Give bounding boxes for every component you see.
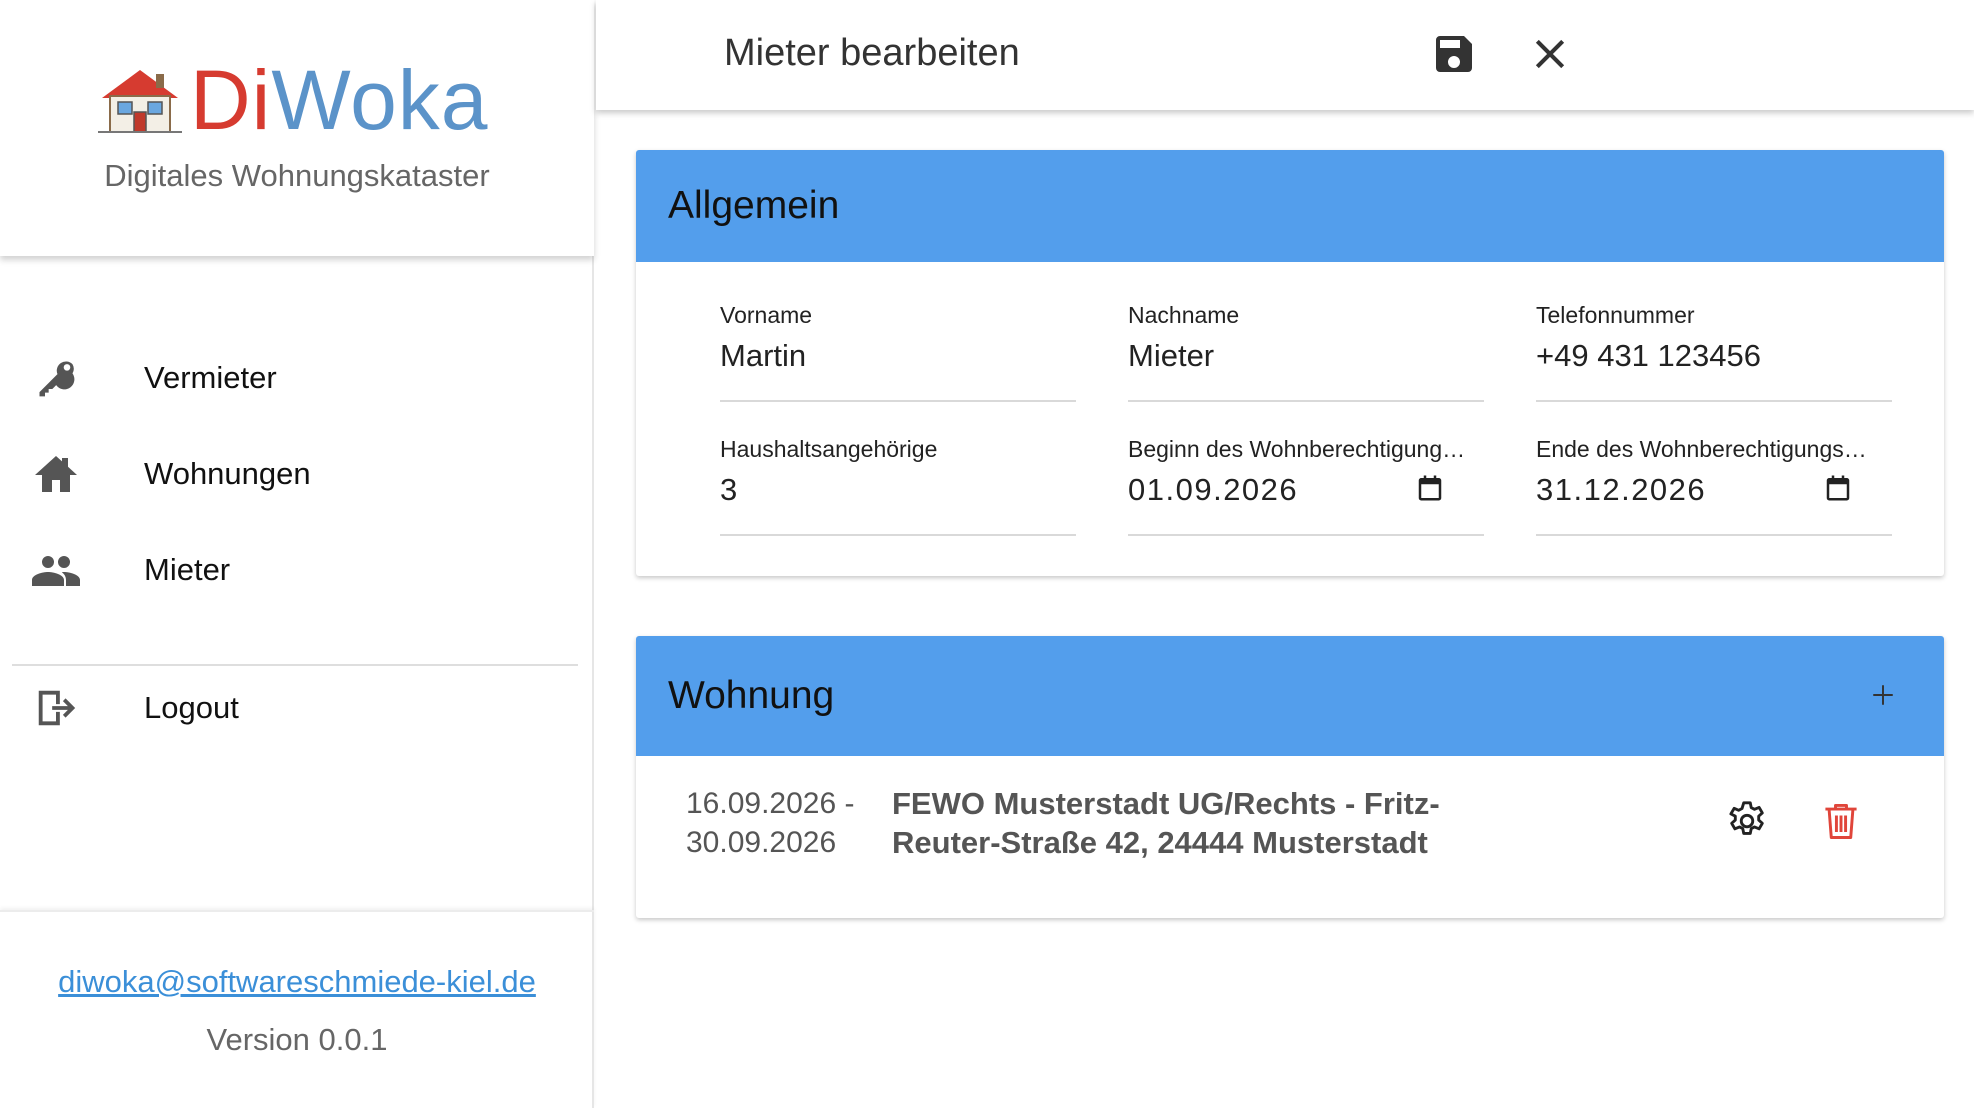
people-icon [32, 546, 80, 594]
field-label: Vorname [720, 302, 813, 328]
nachname-input[interactable]: Mieter [1128, 338, 1214, 374]
logo-di: Di [190, 53, 272, 147]
entry-dates: 16.09.2026 - 30.09.2026 [686, 787, 855, 859]
close-icon [1535, 39, 1565, 69]
card-header-wohnung: Wohnung [636, 636, 1944, 756]
beginn-date-input[interactable]: 01.09.2026 [1128, 472, 1298, 508]
vorname-input[interactable]: Martin [720, 338, 806, 374]
home-icon [32, 450, 80, 498]
telefon-input[interactable]: +49 431 123456 [1536, 338, 1761, 374]
gear-icon [1729, 801, 1764, 835]
sidebar-item-wohnungen[interactable]: Wohnungen [0, 436, 594, 512]
sidebar: DiWoka Digitales Wohnungskataster Vermie… [0, 0, 594, 1108]
field-label: Beginn des Wohnberechtigungszeitraums [1128, 436, 1468, 462]
ende-date-input[interactable]: 31.12.2026 [1536, 472, 1706, 508]
field-label: Telefonnummer [1536, 302, 1695, 328]
settings-button[interactable] [1722, 796, 1772, 846]
brand-logo-text: DiWoka [190, 52, 489, 148]
sidebar-item-label: Logout [144, 690, 239, 725]
trash-icon [1825, 803, 1857, 839]
brand-header: DiWoka Digitales Wohnungskataster [0, 0, 594, 256]
card-title-wohnung: Wohnung [668, 674, 835, 717]
nav-divider [12, 664, 578, 666]
page-title: Mieter bearbeiten [724, 32, 1020, 74]
delete-button[interactable] [1816, 796, 1866, 846]
contact-email-link[interactable]: diwoka@softwareschmiede-kiel.de [0, 964, 594, 1000]
sidebar-item-label: Mieter [144, 552, 231, 587]
calendar-icon[interactable] [1414, 472, 1446, 504]
sidebar-item-logout[interactable]: Logout [0, 670, 594, 746]
card-wohnung: Wohnung 16.09.2026 - 30.09.2026 FEWO Mus… [636, 636, 1944, 918]
house-logo-icon [98, 70, 182, 133]
calendar-icon[interactable] [1822, 472, 1854, 504]
entry-address: FEWO Musterstadt UG/Rechts - Fritz-Reute… [892, 786, 1440, 860]
close-button[interactable] [1526, 30, 1574, 78]
sidebar-item-vermieter[interactable]: Vermieter [0, 340, 594, 416]
logo-woka: Woka [271, 53, 489, 147]
version-label: Version 0.0.1 [206, 1022, 388, 1057]
logout-icon [32, 684, 80, 732]
sidebar-item-mieter[interactable]: Mieter [0, 532, 594, 608]
vorname-field[interactable]: Vorname Martin [720, 302, 1076, 402]
key-icon [32, 354, 80, 402]
haushalt-field[interactable]: Haushaltsangehörige 3 [720, 436, 1076, 536]
telefon-field[interactable]: Telefonnummer +49 431 123456 [1536, 302, 1892, 402]
field-label: Nachname [1128, 302, 1240, 328]
list-item: 16.09.2026 - 30.09.2026 FEWO Musterstadt… [636, 756, 1944, 918]
field-label: Ende des Wohnberechtigungszeitraums [1536, 436, 1876, 462]
save-icon [1436, 36, 1472, 72]
haushalt-input[interactable]: 3 [720, 472, 737, 508]
card-header-allgemein: Allgemein [636, 150, 1944, 262]
plus-icon [1873, 685, 1893, 705]
top-bar: Mieter bearbeiten [596, 0, 1974, 110]
ende-field[interactable]: Ende des Wohnberechtigungszeitraums 31.1… [1536, 436, 1892, 536]
sidebar-item-label: Vermieter [144, 360, 277, 395]
save-button[interactable] [1430, 30, 1478, 78]
sidebar-footer: diwoka@softwareschmiede-kiel.de Version … [0, 910, 594, 1108]
card-title-allgemein: Allgemein [668, 184, 840, 227]
brand-subtitle: Digitales Wohnungskataster [104, 158, 490, 193]
add-wohnung-button[interactable] [1858, 670, 1908, 720]
field-label: Haushaltsangehörige [720, 436, 938, 462]
sidebar-item-label: Wohnungen [144, 456, 311, 491]
nachname-field[interactable]: Nachname Mieter [1128, 302, 1484, 402]
card-allgemein: Allgemein Vorname Martin Nachname Mieter… [636, 150, 1944, 576]
beginn-field[interactable]: Beginn des Wohnberechtigungszeitraums 01… [1128, 436, 1484, 536]
